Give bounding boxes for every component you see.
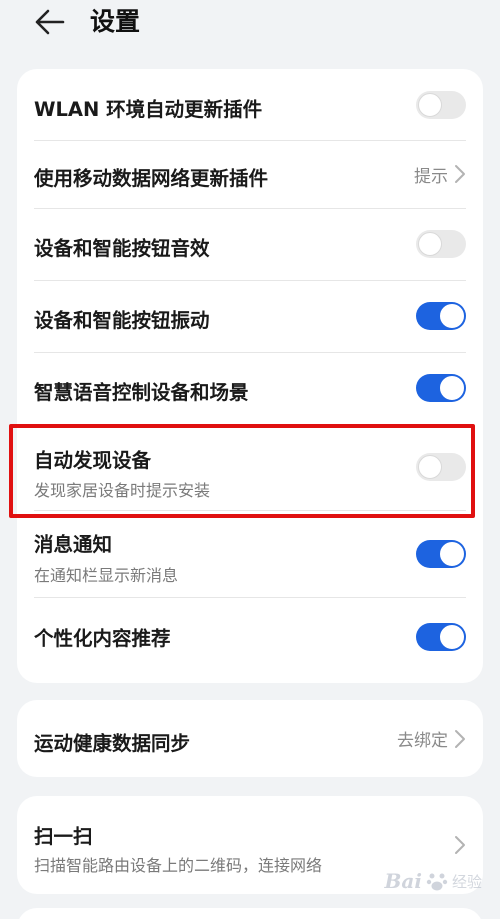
watermark-sub: 经验: [451, 872, 482, 891]
button-vibration-toggle[interactable]: [416, 302, 466, 330]
setting-title: 设备和智能按钮振动: [34, 309, 210, 332]
header: 设置: [0, 0, 500, 44]
personalized-content-toggle[interactable]: [416, 623, 466, 651]
setting-auto-discover[interactable]: 自动发现设备 发现家居设备时提示安装: [17, 424, 483, 510]
setting-subtitle: 发现家居设备时提示安装: [34, 481, 211, 500]
setting-wlan-auto-update[interactable]: WLAN 环境自动更新插件: [17, 69, 483, 140]
setting-voice-control[interactable]: 智慧语音控制设备和场景: [17, 352, 483, 424]
setting-title: 智慧语音控制设备和场景: [34, 381, 249, 404]
setting-hint: 去绑定: [397, 731, 448, 751]
baidu-watermark: Bai 经验: [385, 866, 482, 896]
chevron-right-icon: [455, 836, 465, 854]
back-button[interactable]: [30, 4, 70, 40]
setting-title: 个性化内容推荐: [34, 627, 171, 650]
chevron-right-icon: [455, 165, 465, 183]
notifications-toggle[interactable]: [416, 539, 466, 568]
next-card-edge: [17, 908, 483, 919]
setting-button-sound[interactable]: 设备和智能按钮音效: [17, 208, 483, 280]
setting-title: 设备和智能按钮音效: [34, 237, 210, 260]
setting-title: WLAN 环境自动更新插件: [34, 98, 263, 121]
voice-control-toggle[interactable]: [416, 374, 466, 402]
watermark-text: Bai: [384, 869, 422, 893]
setting-health-sync[interactable]: 运动健康数据同步 去绑定: [17, 700, 483, 777]
settings-card-health: 运动健康数据同步 去绑定: [17, 700, 483, 777]
setting-title: 自动发现设备: [34, 449, 152, 472]
auto-discover-toggle[interactable]: [416, 453, 466, 481]
arrow-left-icon: [35, 9, 65, 35]
setting-subtitle: 在通知栏显示新消息: [34, 566, 179, 585]
setting-hint: 提示: [414, 166, 448, 187]
setting-notifications[interactable]: 消息通知 在通知栏显示新消息: [17, 510, 483, 597]
button-sound-toggle[interactable]: [416, 230, 466, 258]
setting-button-vibration[interactable]: 设备和智能按钮振动: [17, 280, 483, 352]
setting-title: 使用移动数据网络更新插件: [34, 167, 269, 190]
setting-personalized-content[interactable]: 个性化内容推荐: [17, 597, 483, 683]
wlan-auto-update-toggle[interactable]: [416, 90, 466, 119]
settings-card-main: WLAN 环境自动更新插件 使用移动数据网络更新插件 提示 设备和智能按钮音效 …: [17, 69, 483, 683]
page-title: 设置: [90, 7, 141, 36]
setting-mobile-data-update[interactable]: 使用移动数据网络更新插件 提示: [17, 140, 483, 208]
setting-title: 扫一扫: [34, 825, 93, 848]
chevron-right-icon: [455, 729, 465, 748]
setting-subtitle: 扫描智能路由设备上的二维码，连接网络: [34, 856, 323, 875]
paw-icon: [426, 873, 448, 891]
setting-title: 运动健康数据同步: [34, 732, 191, 755]
settings-page: 设置 WLAN 环境自动更新插件 使用移动数据网络更新插件 提示 设备和智能按钮…: [0, 0, 500, 919]
setting-title: 消息通知: [34, 533, 113, 556]
